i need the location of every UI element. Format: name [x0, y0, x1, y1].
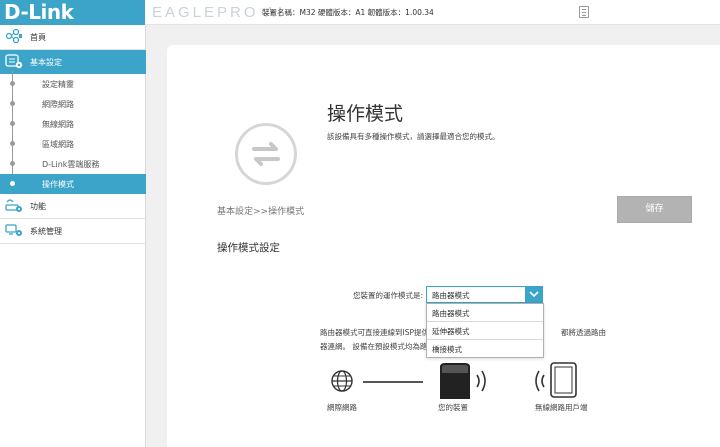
wireless-client-label: 無線網路用戶端 — [535, 403, 588, 412]
mode-option-extender[interactable]: 延伸器模式 — [427, 322, 543, 340]
mesh-device-icon — [440, 363, 486, 399]
sidebar-subitem-label: 操作模式 — [42, 180, 74, 189]
sidebar-subitem-label: 無線網路 — [42, 120, 74, 129]
breadcrumb: 基本設定>>操作模式 — [217, 207, 305, 217]
management-icon — [5, 224, 22, 236]
operation-mode-select[interactable]: 路由器模式 — [426, 286, 543, 303]
mode-option-router[interactable]: 路由器模式 — [427, 304, 543, 322]
mode-field-label: 您裝置的運作模式是: — [353, 291, 424, 300]
mode-description-line1-right: 都將透過路由 — [561, 328, 606, 337]
sidebar-item-features[interactable]: 功能 — [0, 194, 146, 218]
sidebar-item-label: 系統管理 — [30, 227, 62, 236]
globe-icon — [331, 370, 353, 392]
mode-description-line2: 器連網。 設備在預設模式均為路 — [320, 342, 428, 351]
mode-option-bridge[interactable]: 橋接模式 — [427, 340, 543, 358]
sidebar-item-management[interactable]: 系統管理 — [0, 219, 146, 243]
your-device-label: 您的裝置 — [438, 403, 468, 412]
sidebar: 首頁 基本設定 設定精靈 網際網路 無線網路 區域網路 D-Link雲端服務 操… — [0, 25, 146, 447]
internet-label: 網際網路 — [327, 403, 357, 412]
mode-dropdown-list: 路由器模式 延伸器模式 橋接模式 — [426, 303, 544, 358]
sidebar-item-home[interactable]: 首頁 — [0, 25, 146, 49]
sidebar-subitem-label: 網際網路 — [42, 100, 74, 109]
sidebar-item-label: 基本設定 — [30, 58, 62, 67]
sidebar-subitem-wizard[interactable]: 設定精靈 — [0, 74, 146, 94]
sidebar-subitem-label: 設定精靈 — [42, 80, 74, 89]
sidebar-item-label: 功能 — [30, 202, 46, 211]
option-label: 路由器模式 — [432, 309, 470, 318]
sidebar-item-basic-settings[interactable]: 基本設定 — [0, 50, 146, 74]
save-button[interactable]: 儲存 — [617, 196, 692, 223]
mode-description-line1: 路由器模式可直接連線到ISP提供 — [320, 328, 429, 337]
connection-line — [363, 381, 423, 383]
dlink-logo[interactable]: D-Link — [0, 0, 145, 25]
sidebar-subitem-lan[interactable]: 區域網路 — [0, 134, 146, 154]
page-description: 該設備具有多種操作模式，請選擇最適合您的模式。 — [327, 132, 500, 141]
sidebar-subitem-internet[interactable]: 網際網路 — [0, 94, 146, 114]
router-icon — [5, 199, 22, 212]
sidebar-subitem-label: D-Link雲端服務 — [42, 160, 100, 169]
settings-gear-icon — [5, 54, 23, 69]
option-label: 延伸器模式 — [432, 327, 470, 336]
operation-mode-icon — [235, 123, 297, 185]
selected-mode-value: 路由器模式 — [432, 291, 470, 300]
sidebar-subitem-label: 區域網路 — [42, 140, 74, 149]
option-label: 橋接模式 — [432, 345, 462, 354]
page-title: 操作模式 — [327, 103, 404, 125]
chevron-down-icon[interactable] — [525, 286, 543, 303]
sidebar-subitem-wireless[interactable]: 無線網路 — [0, 114, 146, 134]
divider — [0, 243, 146, 244]
document-icon[interactable] — [579, 6, 589, 18]
tablet-client-icon — [535, 362, 577, 398]
sidebar-subitem-operation-mode[interactable]: 操作模式 — [0, 174, 146, 194]
section-title: 操作模式設定 — [217, 242, 280, 254]
sidebar-subitem-cloud[interactable]: D-Link雲端服務 — [0, 154, 146, 174]
device-info: 裝置名稱：M32 硬體版本：A1 韌體版本：1.00.34 — [262, 8, 434, 17]
tree-dot-active — [10, 181, 15, 186]
sidebar-item-label: 首頁 — [30, 33, 46, 42]
home-network-icon — [5, 28, 22, 44]
main-panel: 操作模式 該設備具有多種操作模式，請選擇最適合您的模式。 基本設定>>操作模式 … — [167, 45, 720, 447]
top-bar: D-Link EAGLEPRO AI 裝置名稱：M32 硬體版本：A1 韌體版本… — [0, 0, 720, 25]
